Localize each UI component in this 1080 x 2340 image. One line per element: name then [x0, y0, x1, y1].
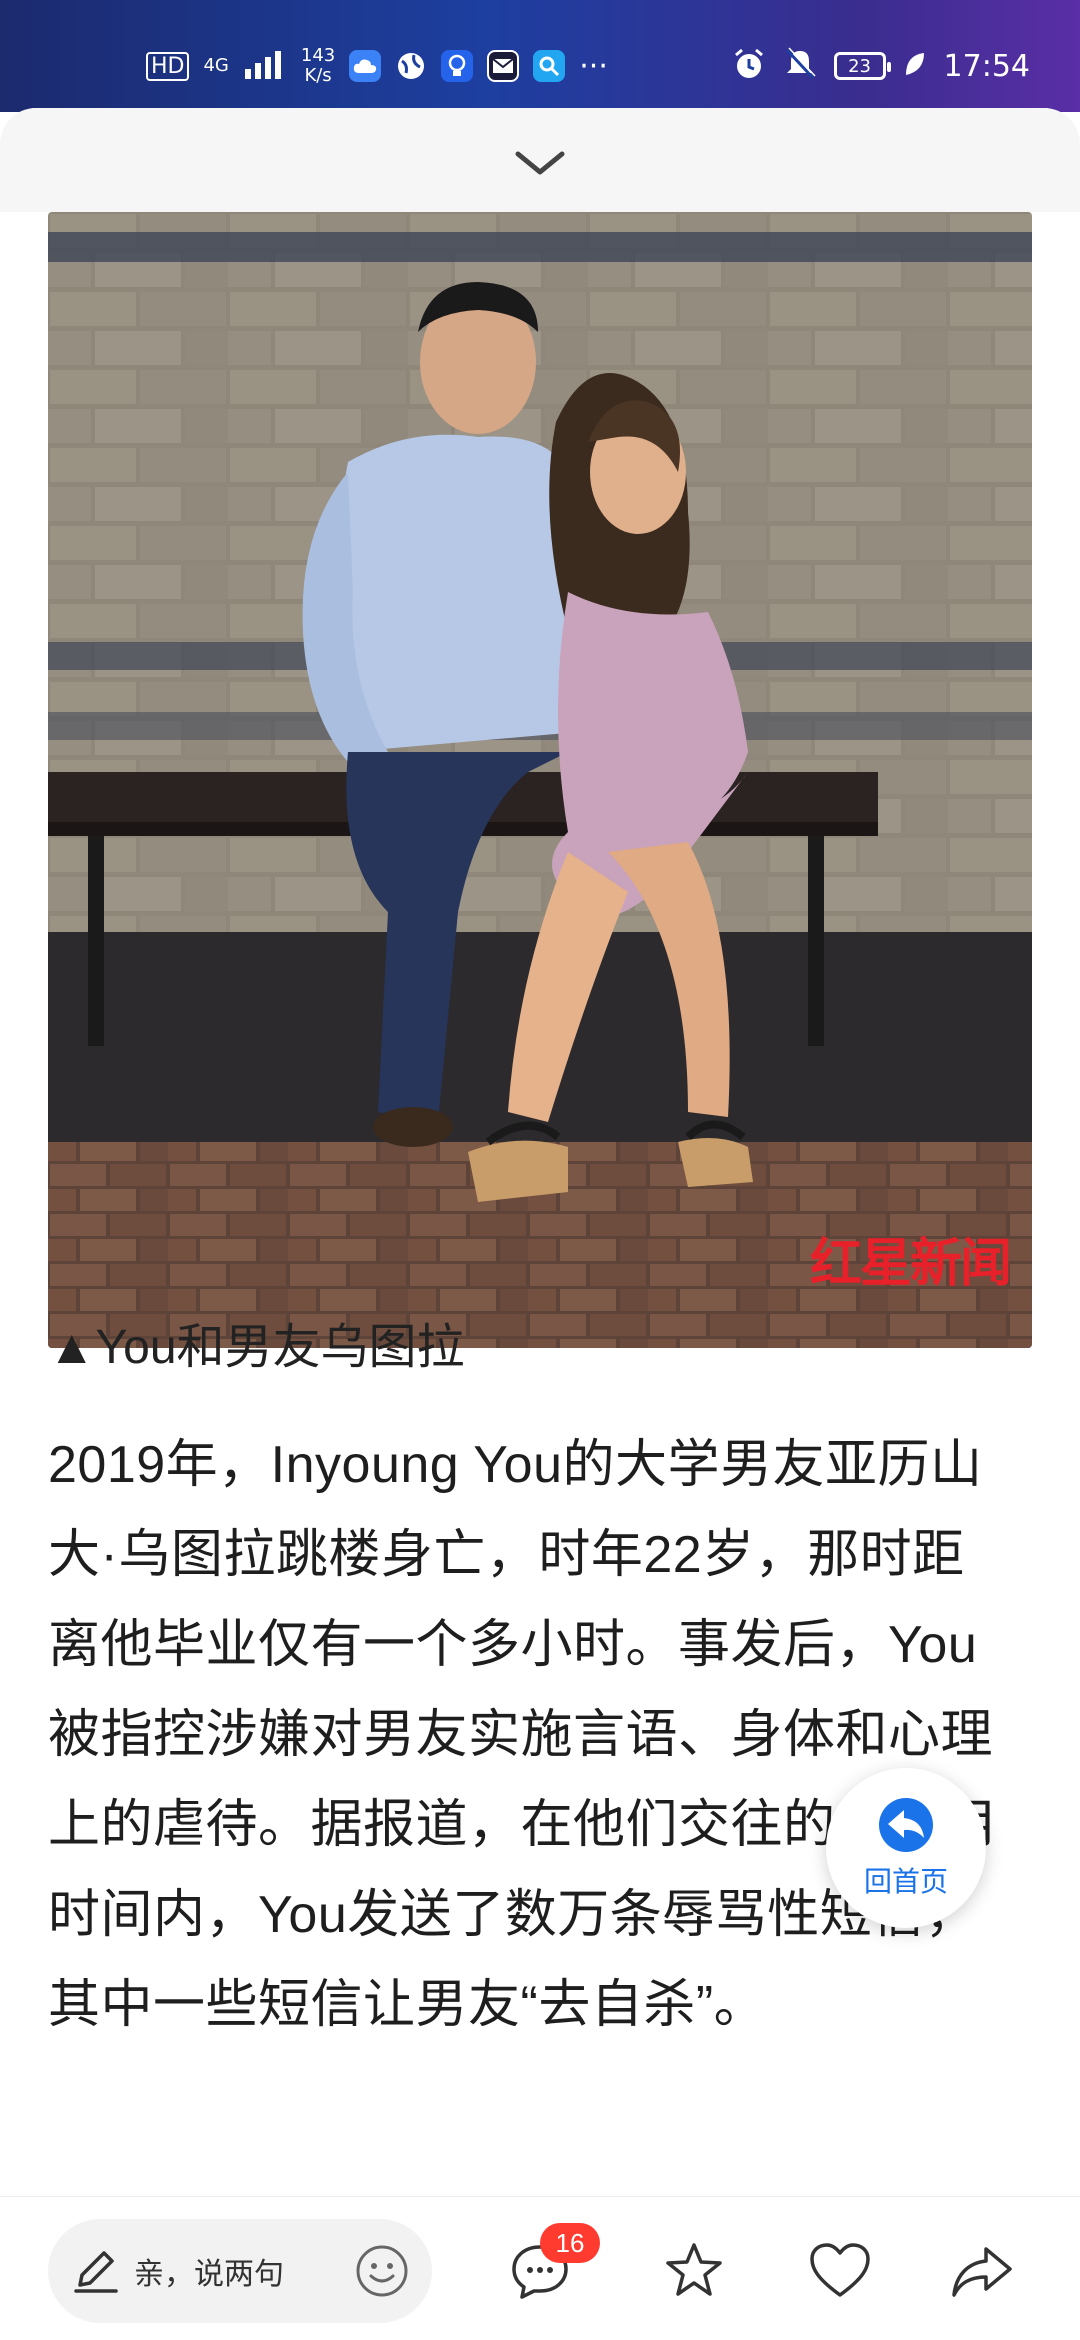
battery-level: 23	[848, 55, 871, 77]
speed-unit: K/s	[304, 65, 332, 86]
chevron-down-icon[interactable]	[514, 148, 566, 178]
status-right: 23 17:54	[732, 38, 1030, 94]
globe-icon	[395, 50, 427, 82]
back-to-home-label: 回首页	[863, 1866, 948, 1897]
sheet-header	[0, 108, 1080, 212]
comment-placeholder: 亲，说两句	[134, 2258, 284, 2291]
cloud-icon	[349, 50, 382, 82]
clock: 17:54	[943, 48, 1030, 84]
bottom-action-bar: 亲，说两句 16	[0, 2196, 1080, 2340]
status-bar: HD 4G 143 K/s ··· 23 17:54	[0, 0, 1080, 112]
share-icon[interactable]	[950, 2239, 1014, 2303]
article-photo[interactable]: 红星新闻	[48, 212, 1032, 1348]
paragraph-line: 大·乌图拉跳楼身亡，时年22岁，那时距	[48, 1526, 965, 1584]
paragraph-line: 2019年，Inyoung You的大学男友亚历山	[48, 1436, 983, 1494]
comment-count-badge: 16	[540, 2223, 600, 2263]
speed-value: 143	[300, 45, 336, 66]
network-speed: 143 K/s	[301, 46, 335, 86]
watermark-logo: 红星新闻	[809, 1233, 1012, 1294]
leaf-icon	[904, 51, 926, 81]
photo-caption: ▲You和男友乌图拉	[48, 1321, 465, 1374]
emoji-icon[interactable]	[352, 2241, 412, 2301]
battery-icon: 23	[833, 52, 891, 80]
article-sheet: 红星新闻 ▲You和男友乌图拉 2019年，Inyoung You的大学男友亚历…	[0, 108, 1080, 2340]
bulb-icon	[441, 50, 474, 82]
paragraph-line: 其中一些短信让男友“去自杀”。	[48, 1976, 767, 2034]
paragraph-line: 被指控涉嫌对男友实施言语、身体和心理	[48, 1706, 994, 1764]
pencil-icon	[74, 2251, 118, 2293]
star-icon[interactable]	[662, 2239, 726, 2303]
signal-icon	[243, 49, 287, 83]
back-to-home-button[interactable]: 回首页	[826, 1768, 986, 1928]
network-type: 4G	[203, 55, 229, 76]
hd-indicator: HD	[146, 51, 190, 81]
mail-icon	[487, 50, 520, 82]
paragraph-line: 离他毕业仅有一个多小时。事发后，You	[48, 1616, 978, 1674]
alarm-icon	[732, 47, 766, 85]
couple-photo-illustration	[48, 212, 1032, 1348]
comment-input[interactable]: 亲，说两句	[48, 2219, 432, 2323]
mute-icon	[784, 47, 816, 85]
reply-arrow-icon	[879, 1798, 933, 1852]
more-notifications: ···	[579, 48, 608, 84]
article-paragraph: 2019年，Inyoung You的大学男友亚历山 大·乌图拉跳楼身亡，时年22…	[48, 1420, 1038, 2050]
search-app-icon	[533, 50, 566, 82]
heart-icon[interactable]	[808, 2239, 872, 2303]
status-left: HD 4G 143 K/s ···	[146, 38, 608, 94]
